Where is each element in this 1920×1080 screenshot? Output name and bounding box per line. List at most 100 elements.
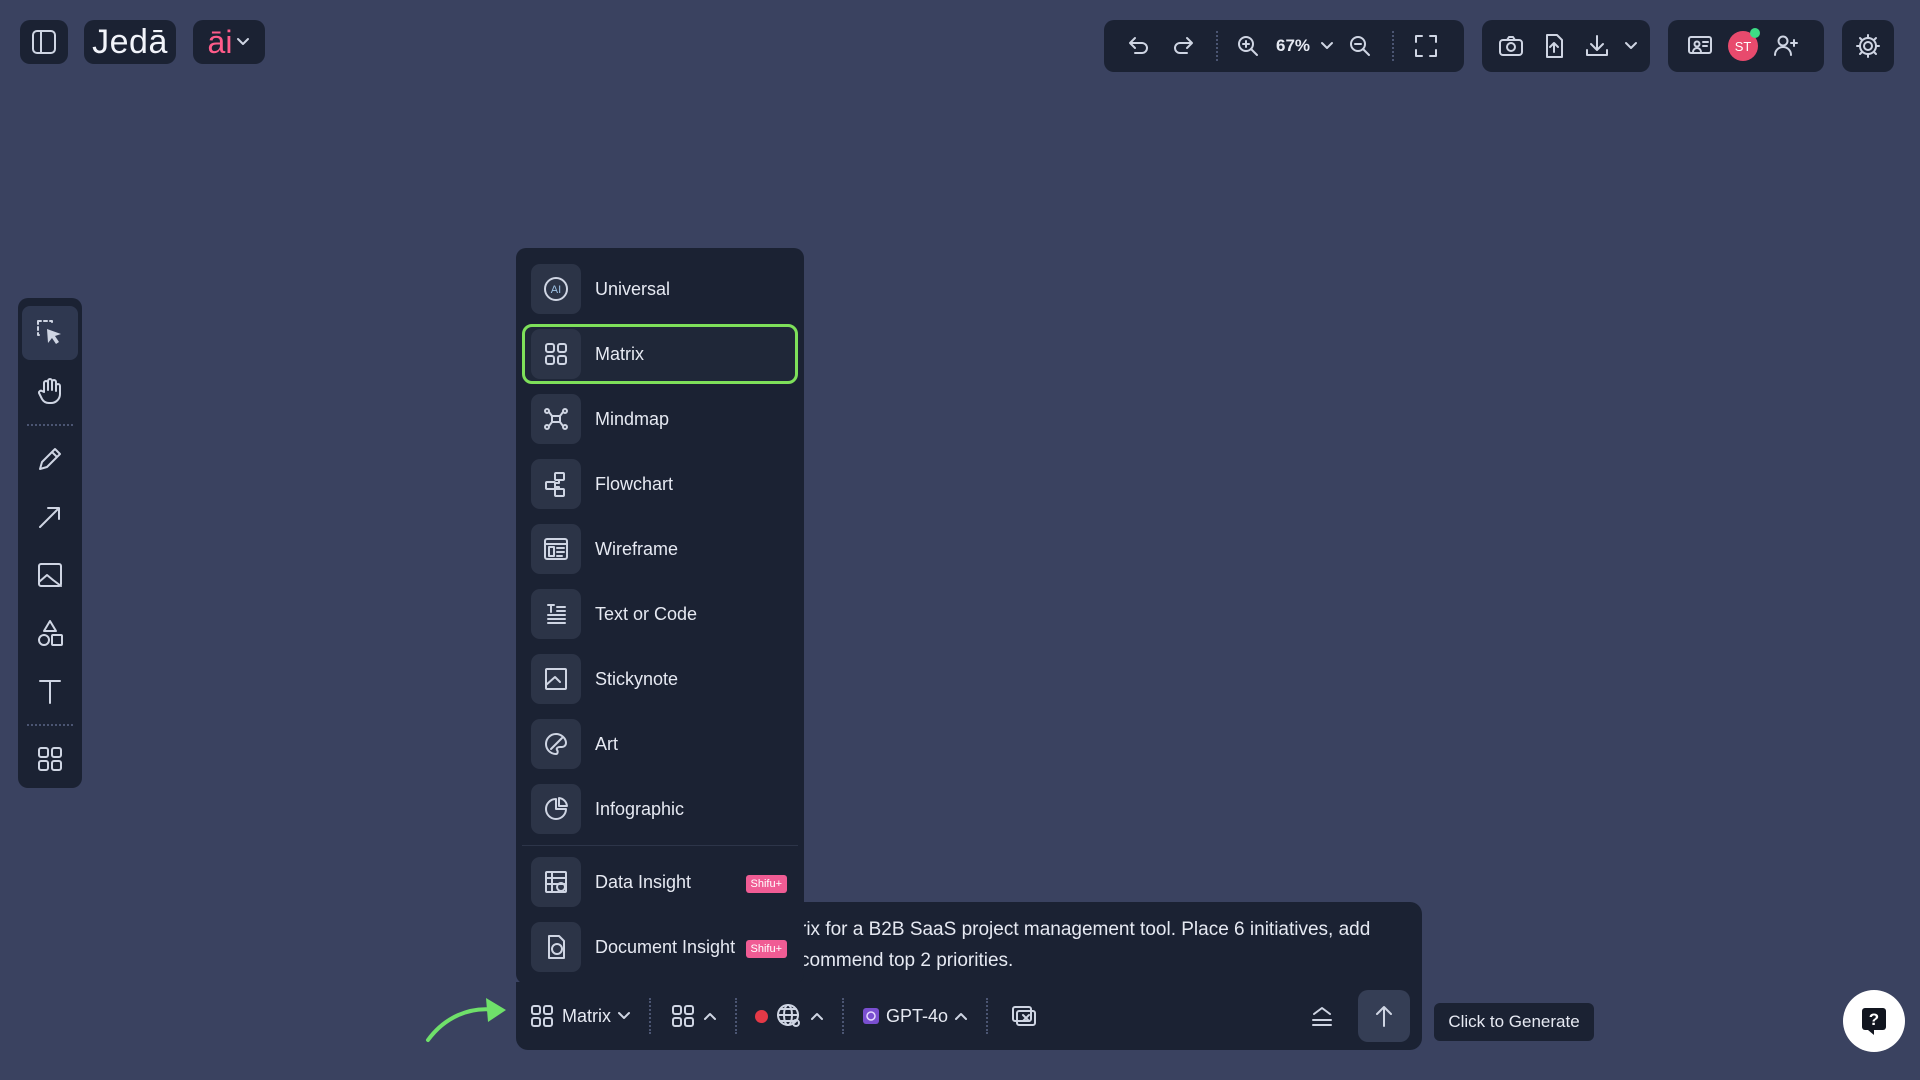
menu-item-data-insight[interactable]: Data Insight Shifu+ — [522, 852, 798, 912]
web-search-selector[interactable] — [755, 1001, 824, 1031]
model-label: GPT-4o — [886, 1005, 949, 1026]
menu-item-label: Text or Code — [595, 603, 698, 624]
redo-icon[interactable] — [1164, 26, 1204, 66]
model-logo-icon — [862, 1007, 880, 1025]
add-user-icon[interactable] — [1768, 26, 1804, 66]
help-icon: ? — [1858, 1005, 1890, 1037]
prompt-toolbar: Matrix GPT-4o — [516, 982, 1422, 1050]
upload-file-icon[interactable] — [1537, 26, 1570, 66]
undo-icon[interactable] — [1118, 26, 1158, 66]
menu-item-flowchart[interactable]: Flowchart — [522, 454, 798, 514]
pointer-arrow-icon — [424, 988, 514, 1044]
avatar[interactable]: ST — [1728, 28, 1760, 61]
hand-icon — [35, 376, 65, 406]
mindmap-icon — [531, 394, 581, 444]
pencil-icon — [35, 444, 65, 474]
menu-item-universal[interactable]: AI Universal — [522, 259, 798, 319]
menu-item-matrix[interactable]: Matrix — [522, 324, 798, 384]
sidebar-toggle-button[interactable] — [20, 20, 68, 64]
text-tool[interactable] — [22, 664, 78, 718]
image-tool[interactable] — [22, 548, 78, 602]
presentation-icon[interactable] — [1682, 26, 1718, 66]
plan-badge: Shifu+ — [745, 875, 787, 893]
record-indicator — [755, 1009, 768, 1023]
generate-button[interactable] — [1358, 990, 1410, 1042]
divider — [27, 424, 73, 426]
layout-selector[interactable] — [669, 1002, 717, 1030]
wireframe-icon — [531, 524, 581, 574]
ai-menu-button[interactable]: āi — [193, 20, 265, 64]
menu-item-label: Universal — [595, 278, 671, 299]
menu-item-label: Stickynote — [595, 668, 679, 689]
chevron-down-icon[interactable] — [1624, 41, 1638, 51]
menu-item-infographic[interactable]: Infographic — [522, 779, 798, 839]
svg-text:AI: AI — [551, 284, 561, 296]
grid-icon — [528, 1002, 556, 1030]
chevron-up-icon — [954, 1011, 968, 1021]
data-table-icon — [531, 857, 581, 907]
svg-text:?: ? — [1869, 1010, 1879, 1029]
menu-item-label: Data Insight — [595, 871, 692, 892]
help-button[interactable]: ? — [1843, 990, 1905, 1052]
menu-item-stickynote[interactable]: Stickynote — [522, 649, 798, 709]
clear-prompt-icon[interactable] — [1006, 996, 1042, 1036]
image-icon — [35, 560, 65, 590]
grid-icon — [35, 744, 65, 774]
select-tool[interactable] — [22, 306, 78, 360]
chevron-down-icon[interactable] — [1320, 41, 1334, 51]
menu-item-document-insight[interactable]: Document Insight Shifu+ — [522, 917, 798, 977]
menu-item-label: Flowchart — [595, 473, 674, 494]
text-icon — [35, 676, 65, 706]
logo-text: Jedā — [92, 22, 168, 61]
prompt-line-2: commend top 2 priorities. — [800, 950, 1014, 971]
divider — [27, 724, 73, 726]
generate-tooltip: Click to Generate — [1434, 1003, 1594, 1041]
sidebar-icon — [30, 28, 58, 56]
download-icon[interactable] — [1581, 26, 1614, 66]
online-status-dot — [1750, 28, 1760, 38]
stickynote-icon — [531, 654, 581, 704]
divider — [986, 998, 989, 1034]
app-logo[interactable]: Jedā — [84, 20, 176, 64]
zoom-in-icon[interactable] — [1230, 26, 1266, 66]
menu-item-wireframe[interactable]: Wireframe — [522, 519, 798, 579]
menu-item-art[interactable]: Art — [522, 714, 798, 774]
prompt-textarea[interactable]: rix for a B2B SaaS project management to… — [800, 902, 1422, 982]
fullscreen-icon[interactable] — [1406, 26, 1446, 66]
layout-grid-icon — [669, 1002, 697, 1030]
menu-item-label: Art — [595, 733, 619, 754]
templates-tool[interactable] — [22, 732, 78, 786]
palette-icon — [531, 719, 581, 769]
zoom-out-icon[interactable] — [1340, 26, 1380, 66]
zoom-level[interactable]: 67% — [1276, 36, 1310, 56]
shapes-tool[interactable] — [22, 606, 78, 660]
divider — [1216, 31, 1218, 61]
diagram-type-selector[interactable]: Matrix — [528, 1002, 631, 1030]
pie-icon — [531, 784, 581, 834]
flowchart-icon — [531, 459, 581, 509]
chevron-down-icon — [617, 1011, 631, 1021]
ai-label: āi — [207, 23, 233, 60]
ai-circle-icon: AI — [531, 264, 581, 314]
tooltip-text: Click to Generate — [1448, 1012, 1580, 1031]
camera-icon[interactable] — [1494, 26, 1527, 66]
menu-item-label: Document Insight — [595, 936, 736, 957]
menu-item-label: Mindmap — [595, 408, 670, 429]
text-code-icon — [531, 589, 581, 639]
model-selector[interactable]: GPT-4o — [862, 1006, 968, 1027]
menu-item-mindmap[interactable]: Mindmap — [522, 389, 798, 449]
settings-button[interactable] — [1842, 20, 1894, 72]
shapes-icon — [35, 618, 65, 648]
collaboration-toolbar: ST — [1668, 20, 1824, 72]
prompt-line-1: rix for a B2B SaaS project management to… — [800, 919, 1371, 940]
hand-tool[interactable] — [22, 364, 78, 418]
pen-tool[interactable] — [22, 432, 78, 486]
chevron-up-icon — [703, 1011, 717, 1021]
divider — [842, 998, 844, 1034]
diagram-type-label: Matrix — [562, 1005, 611, 1026]
document-icon — [531, 922, 581, 972]
arrow-tool[interactable] — [22, 490, 78, 544]
arrow-up-icon — [1370, 1002, 1398, 1030]
collapse-icon[interactable] — [1302, 996, 1342, 1036]
menu-item-text-or-code[interactable]: Text or Code — [522, 584, 798, 644]
